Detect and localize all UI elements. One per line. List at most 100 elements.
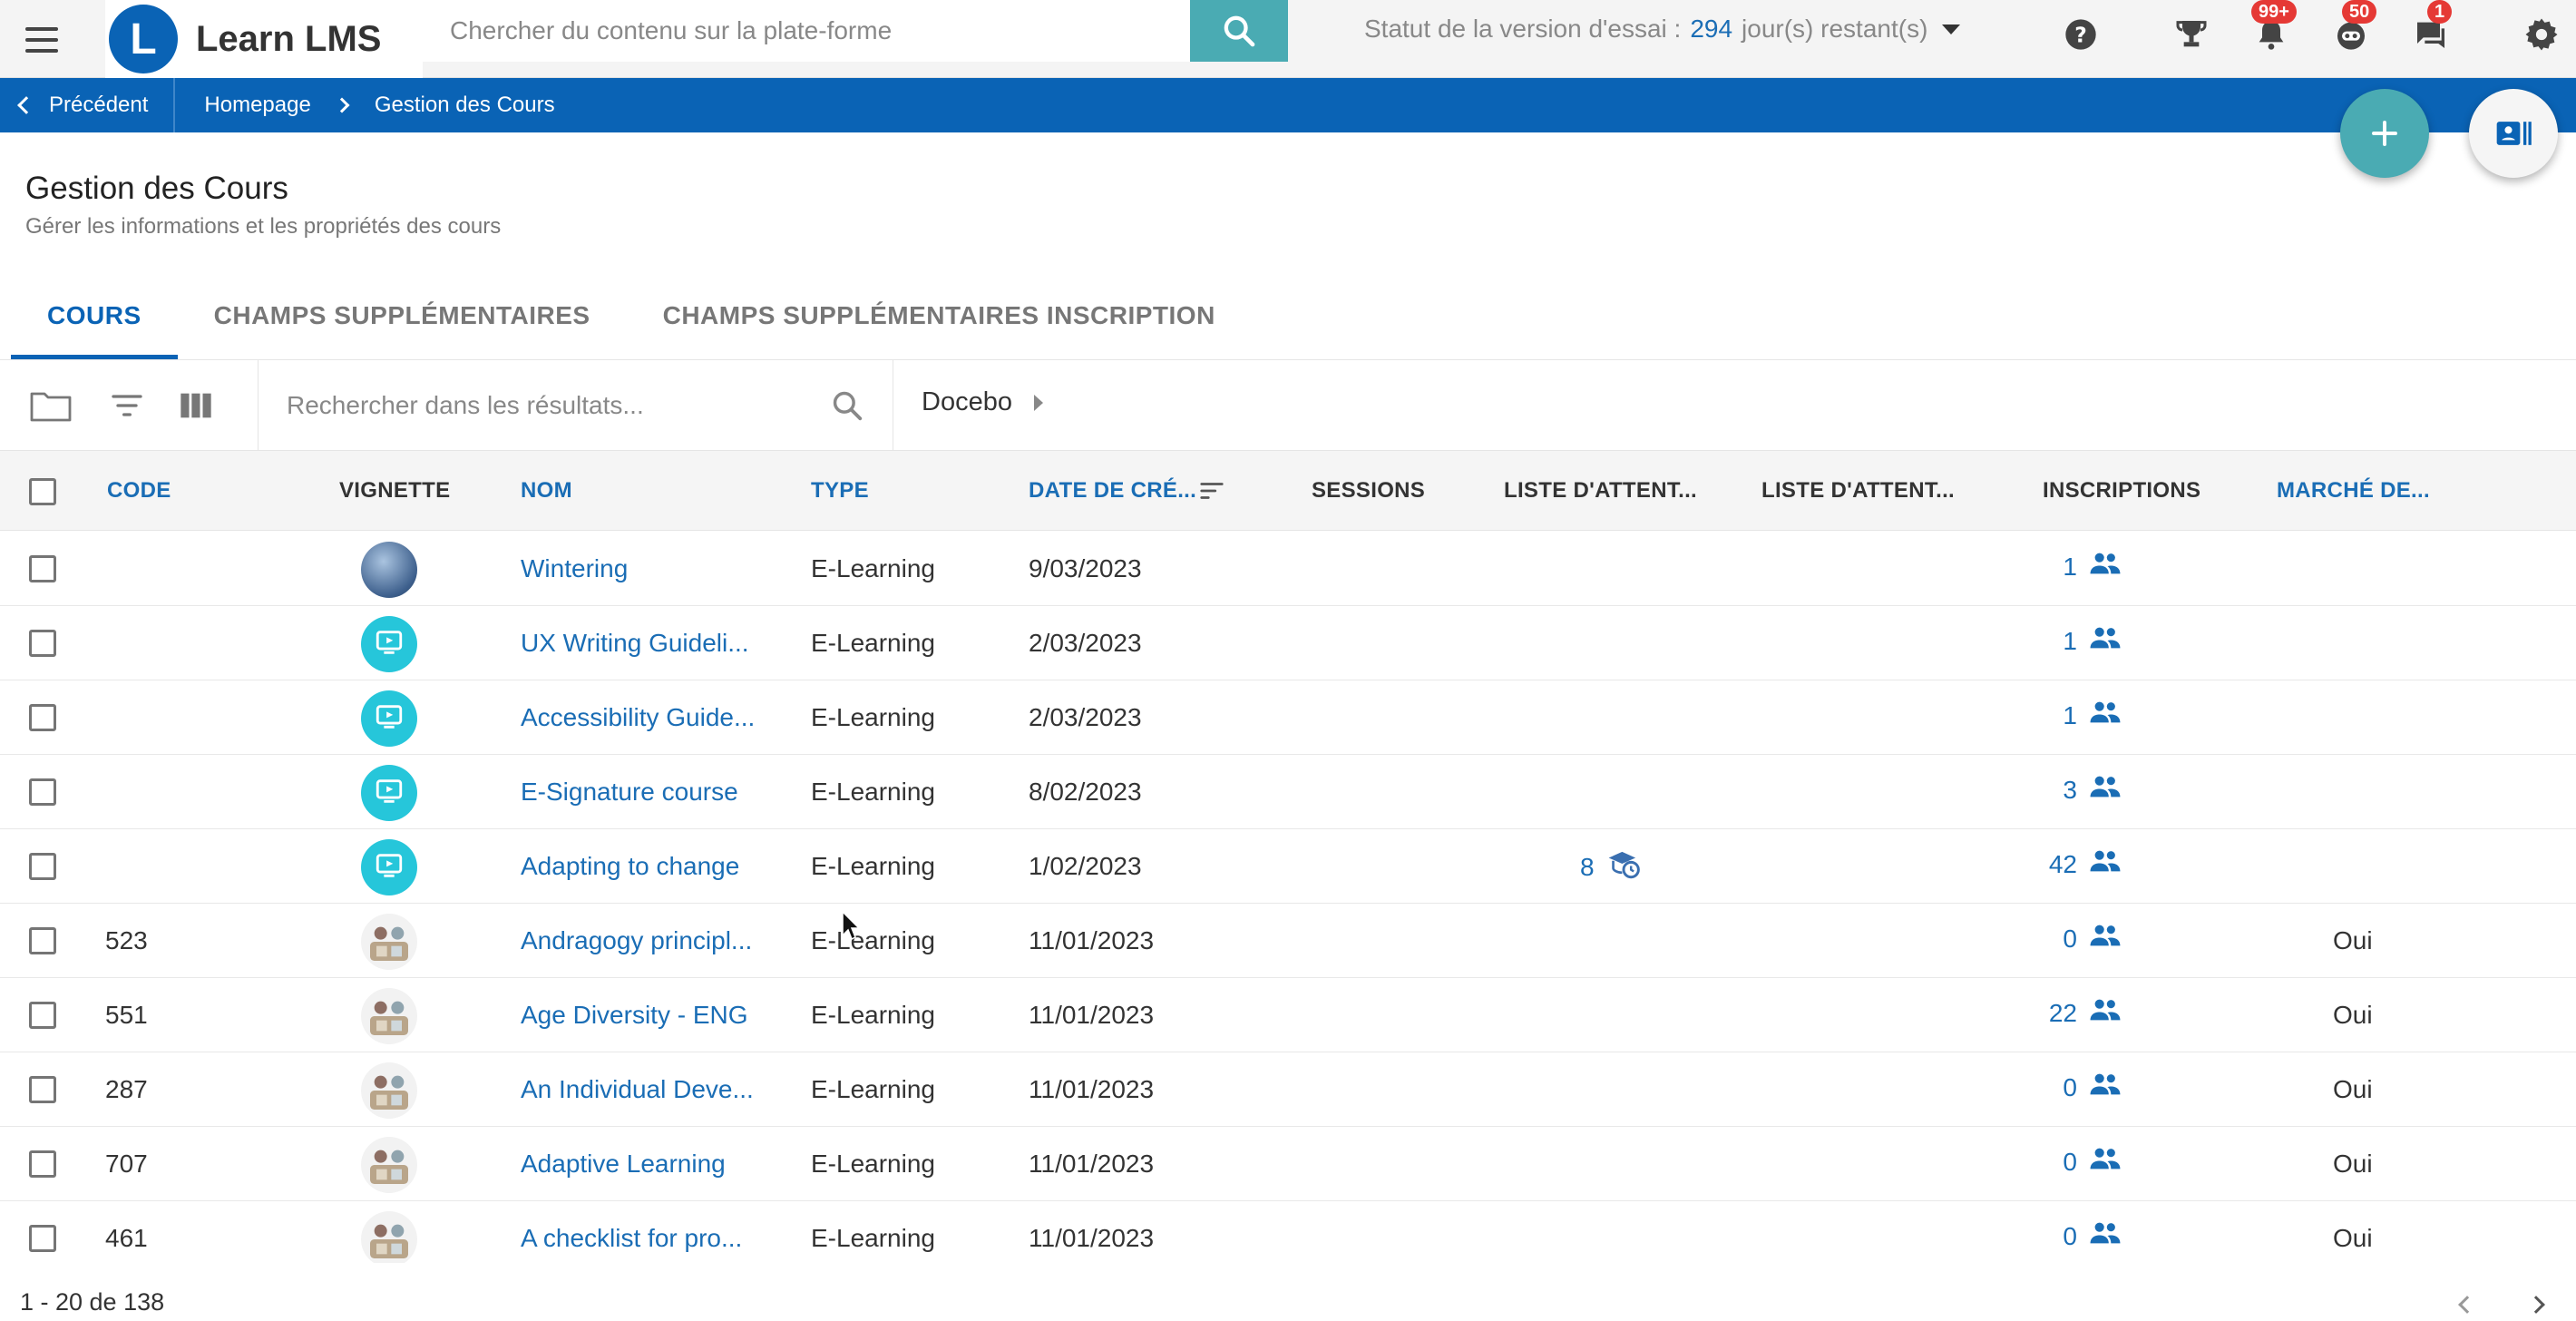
row-checkbox[interactable] bbox=[29, 853, 56, 880]
course-name-link[interactable]: Adapting to change bbox=[521, 852, 739, 881]
tab-cours[interactable]: COURS bbox=[11, 285, 178, 359]
select-all-checkbox[interactable] bbox=[29, 478, 56, 505]
enrollments-count: 0 bbox=[2063, 1221, 2077, 1250]
table-row[interactable]: 287 An Individual Deve... E-Learning 11/01/… bbox=[0, 1052, 2576, 1127]
row-checkbox[interactable] bbox=[29, 1002, 56, 1029]
tab-champs-supplementaires[interactable]: CHAMPS SUPPLÉMENTAIRES bbox=[178, 285, 627, 359]
enrollments-link[interactable]: 0 bbox=[2063, 1071, 2122, 1104]
table-row[interactable]: Accessibility Guide... E-Learning 2/03/202… bbox=[0, 680, 2576, 755]
thumbnail bbox=[361, 765, 417, 821]
cell-marketplace: Oui bbox=[2333, 1001, 2373, 1029]
column-nom[interactable]: NOM bbox=[521, 478, 572, 504]
table-row[interactable]: 707 Adaptive Learning E-Learning 11/01/2023… bbox=[0, 1127, 2576, 1201]
table-row[interactable]: 551 Age Diversity - ENG E-Learning 11/01/20… bbox=[0, 978, 2576, 1052]
row-checkbox[interactable] bbox=[29, 1076, 56, 1103]
row-checkbox[interactable] bbox=[29, 1225, 56, 1252]
page-title: Gestion des Cours bbox=[25, 171, 288, 206]
table-header: CODE VIGNETTE NOM TYPE DATE DE CRÉ... SE… bbox=[0, 451, 2576, 531]
course-name-link[interactable]: Accessibility Guide... bbox=[521, 703, 755, 732]
enrollments-link[interactable]: 22 bbox=[2049, 996, 2122, 1030]
global-search-input[interactable] bbox=[450, 16, 1157, 45]
global-search-button[interactable] bbox=[1190, 0, 1288, 62]
enrollments-link[interactable]: 0 bbox=[2063, 1145, 2122, 1179]
users-icon bbox=[2088, 922, 2122, 955]
sort-icon[interactable] bbox=[1190, 471, 1234, 511]
enrollments-link[interactable]: 42 bbox=[2049, 847, 2122, 881]
enrollments-link[interactable]: 1 bbox=[2063, 624, 2122, 658]
course-name-link[interactable]: Wintering bbox=[521, 554, 628, 583]
cell-creation-date: 1/02/2023 bbox=[1029, 852, 1142, 880]
branch-label: Docebo bbox=[922, 387, 1012, 416]
column-code[interactable]: CODE bbox=[107, 478, 171, 504]
chat-icon[interactable]: 1 bbox=[2411, 0, 2453, 54]
filter-icon[interactable] bbox=[105, 386, 149, 426]
column-date-creation[interactable]: DATE DE CRÉ... bbox=[1029, 478, 1196, 504]
help-icon[interactable]: ? bbox=[2061, 15, 2101, 54]
breadcrumb-current: Gestion des Cours bbox=[374, 93, 555, 117]
row-checkbox[interactable] bbox=[29, 555, 56, 582]
toolbar-divider bbox=[258, 360, 259, 451]
results-search bbox=[287, 384, 849, 427]
course-name-link[interactable]: UX Writing Guideli... bbox=[521, 629, 749, 658]
breadcrumb-homepage[interactable]: Homepage bbox=[204, 93, 310, 118]
next-page-button[interactable] bbox=[2520, 1288, 2552, 1321]
users-icon bbox=[2088, 1145, 2122, 1179]
mouse-cursor-icon bbox=[842, 911, 861, 941]
users-icon bbox=[2088, 699, 2122, 732]
table-row[interactable]: E-Signature course E-Learning 8/02/2023 3 bbox=[0, 755, 2576, 829]
cell-type: E-Learning bbox=[811, 778, 935, 806]
cell-type: E-Learning bbox=[811, 852, 935, 880]
bot-icon[interactable]: 50 bbox=[2331, 0, 2377, 54]
enrollments-link[interactable]: 1 bbox=[2063, 550, 2122, 583]
settings-gear-icon[interactable] bbox=[2522, 15, 2561, 54]
bell-icon[interactable]: 99+ bbox=[2251, 0, 2297, 54]
column-marketplace[interactable]: MARCHÉ DE... bbox=[2277, 478, 2430, 504]
thumbnail bbox=[361, 914, 417, 970]
enrollments-link[interactable]: 0 bbox=[2063, 922, 2122, 955]
row-checkbox[interactable] bbox=[29, 927, 56, 954]
course-name-link[interactable]: Adaptive Learning bbox=[521, 1150, 726, 1179]
course-name-link[interactable]: E-Signature course bbox=[521, 778, 738, 807]
table-row[interactable]: Wintering E-Learning 9/03/2023 1 bbox=[0, 532, 2576, 606]
previous-page-button[interactable] bbox=[2451, 1288, 2483, 1321]
course-name-link[interactable]: Age Diversity - ENG bbox=[521, 1001, 748, 1030]
logo[interactable]: L Learn LMS bbox=[105, 0, 423, 78]
column-inscriptions: INSCRIPTIONS bbox=[2043, 478, 2201, 503]
waitlist-icon bbox=[1605, 847, 1642, 886]
chevron-right-icon bbox=[334, 97, 350, 113]
cell-creation-date: 11/01/2023 bbox=[1029, 1150, 1155, 1178]
folder-icon[interactable] bbox=[29, 386, 73, 426]
column-type[interactable]: TYPE bbox=[811, 478, 869, 504]
enrollments-link[interactable]: 3 bbox=[2063, 773, 2122, 807]
view-toggle-button[interactable] bbox=[2469, 89, 2558, 178]
table-row[interactable]: Adapting to change E-Learning 1/02/2023 8 42 bbox=[0, 829, 2576, 904]
menu-icon[interactable] bbox=[25, 20, 65, 60]
search-icon[interactable] bbox=[825, 386, 869, 426]
course-name-link[interactable]: Andragogy principl... bbox=[521, 926, 752, 955]
cell-marketplace: Oui bbox=[2333, 926, 2373, 954]
trial-status[interactable]: Statut de la version d'essai : 294 jour(… bbox=[1364, 15, 1961, 44]
course-name-link[interactable]: An Individual Deve... bbox=[521, 1075, 754, 1104]
results-search-input[interactable] bbox=[287, 391, 795, 420]
waitlist-link[interactable]: 8 bbox=[1580, 847, 1642, 886]
cell-type: E-Learning bbox=[811, 629, 935, 657]
row-checkbox[interactable] bbox=[29, 704, 56, 731]
table-row[interactable]: UX Writing Guideli... E-Learning 2/03/2023… bbox=[0, 606, 2576, 680]
enrollments-link[interactable]: 0 bbox=[2063, 1219, 2122, 1253]
tabs: COURS CHAMPS SUPPLÉMENTAIRES CHAMPS SUPP… bbox=[11, 285, 1252, 359]
tab-champs-supplementaires-inscription[interactable]: CHAMPS SUPPLÉMENTAIRES INSCRIPTION bbox=[627, 285, 1252, 359]
enrollments-link[interactable]: 1 bbox=[2063, 699, 2122, 732]
row-checkbox[interactable] bbox=[29, 778, 56, 806]
course-name-link[interactable]: A checklist for pro... bbox=[521, 1224, 742, 1253]
columns-icon[interactable] bbox=[174, 386, 218, 426]
add-course-button[interactable] bbox=[2340, 89, 2429, 178]
cell-code: 461 bbox=[105, 1224, 148, 1252]
pagination: 1 - 20 de 138 bbox=[0, 1263, 2576, 1321]
trophy-icon[interactable] bbox=[2171, 15, 2211, 54]
table-row[interactable]: 523 Andragogy principl... E-Learning 11/01/… bbox=[0, 904, 2576, 978]
row-checkbox[interactable] bbox=[29, 630, 56, 657]
app-name: Learn LMS bbox=[196, 18, 382, 59]
back-button[interactable]: Précédent bbox=[0, 78, 176, 132]
branch-selector[interactable]: Docebo bbox=[922, 387, 1043, 417]
row-checkbox[interactable] bbox=[29, 1150, 56, 1178]
